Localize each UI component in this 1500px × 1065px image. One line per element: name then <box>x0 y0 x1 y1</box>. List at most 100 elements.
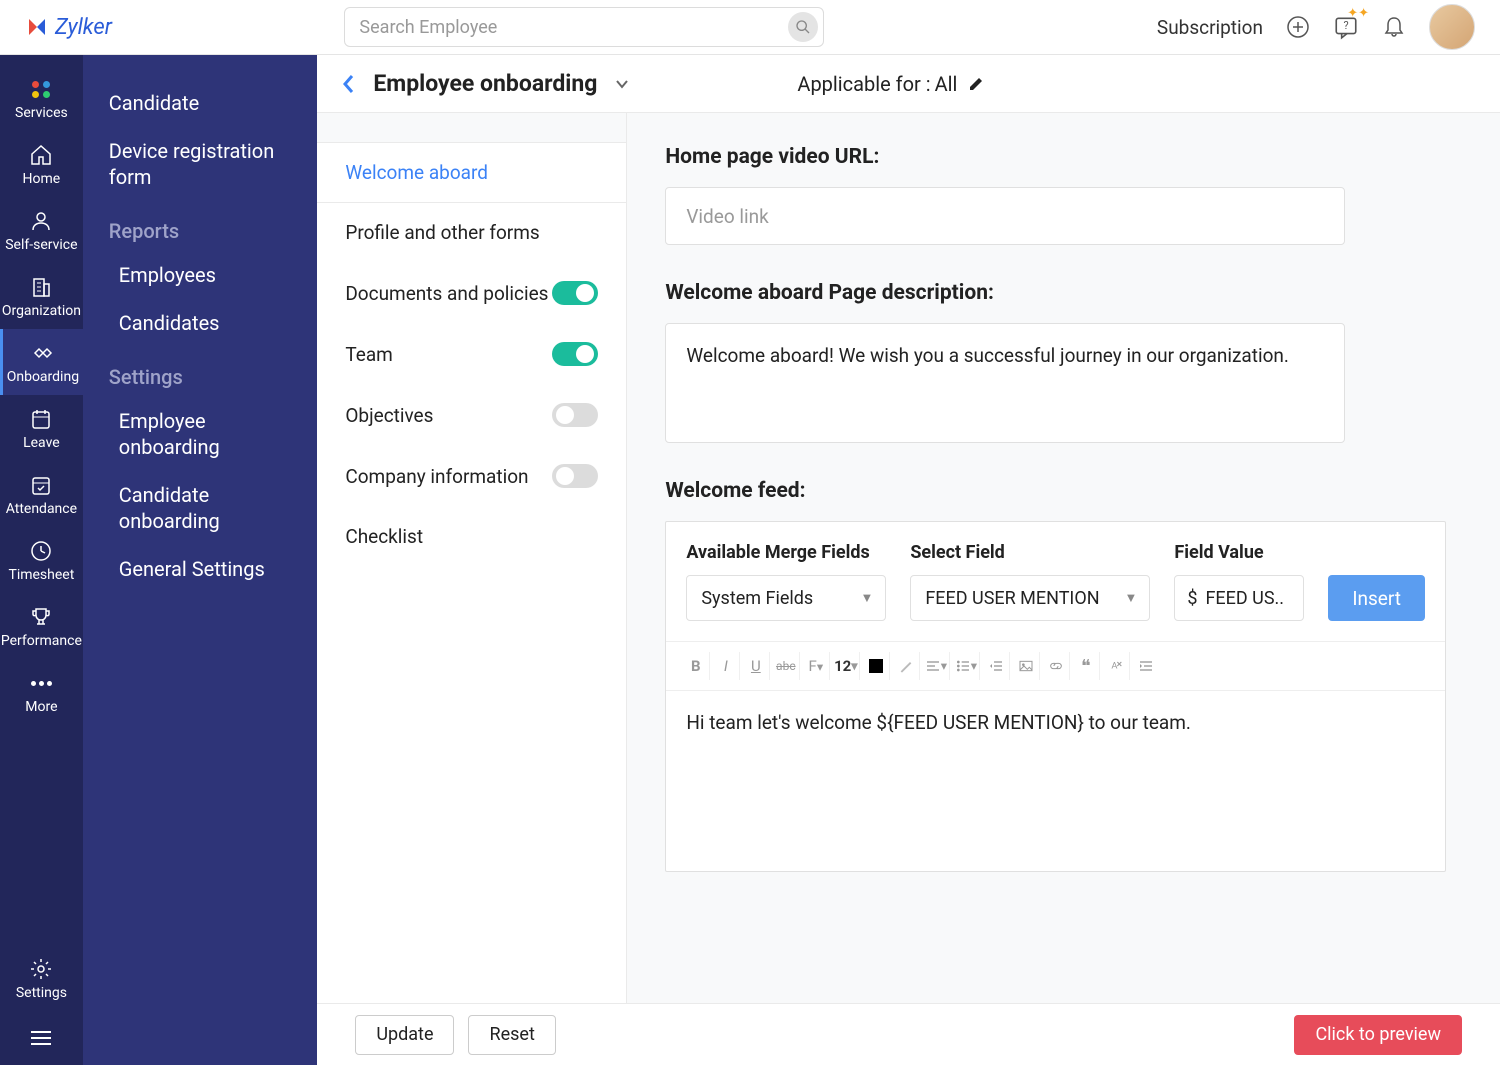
merge-fields-select[interactable]: System Fields▼ <box>686 575 886 621</box>
step-company-info[interactable]: Company information <box>317 446 626 507</box>
rte-image[interactable] <box>1012 652 1040 680</box>
applicable-prefix: Applicable for : <box>797 72 930 96</box>
rte-link[interactable] <box>1042 652 1070 680</box>
fontsize-value: 12 <box>834 657 851 675</box>
rte-strike[interactable]: abc <box>772 652 800 680</box>
rte-textcolor[interactable] <box>862 652 890 680</box>
calendar-check-icon <box>29 473 53 497</box>
sidebar: Candidate Device registration form Repor… <box>83 55 318 1065</box>
svg-text:A: A <box>1111 661 1117 672</box>
italic-icon: I <box>724 657 728 675</box>
bold-icon: B <box>691 657 701 675</box>
rail-settings[interactable]: Settings <box>0 945 83 1011</box>
step-team[interactable]: Team <box>317 324 626 385</box>
add-button[interactable] <box>1285 14 1311 40</box>
step-profile-forms[interactable]: Profile and other forms <box>317 203 626 263</box>
building-icon <box>29 275 53 299</box>
field-value-label: Field Value <box>1174 542 1304 563</box>
top-actions: Subscription ? ✦✦ <box>1157 4 1475 50</box>
toggle-team[interactable] <box>552 342 598 366</box>
back-button[interactable] <box>341 73 355 95</box>
toggle-company-info[interactable] <box>552 464 598 488</box>
rail-onboarding[interactable]: Onboarding <box>0 329 83 395</box>
rte-outdent[interactable] <box>982 652 1010 680</box>
update-button[interactable]: Update <box>355 1015 454 1055</box>
chevron-down-icon: ▼ <box>1124 590 1137 606</box>
plus-circle-icon <box>1286 15 1310 39</box>
page-desc-label: Welcome aboard Page description: <box>665 281 1446 305</box>
step-welcome-aboard[interactable]: Welcome aboard <box>317 143 626 203</box>
video-url-label: Home page video URL: <box>665 145 1446 169</box>
rail-label: Timesheet <box>8 567 74 583</box>
rail-leave[interactable]: Leave <box>0 395 83 461</box>
step-documents-policies[interactable]: Documents and policies <box>317 263 626 324</box>
rail-label: More <box>25 699 57 715</box>
step-checklist[interactable]: Checklist <box>317 507 626 567</box>
rte-clear[interactable]: A <box>1102 652 1130 680</box>
step-list: Welcome aboard Profile and other forms D… <box>317 113 627 1003</box>
sidebar-item-employee-onboarding[interactable]: Employee onboarding <box>83 397 318 471</box>
search-input[interactable] <box>344 7 824 47</box>
sidebar-heading-settings: Settings <box>83 347 318 397</box>
feed-panel: Available Merge Fields System Fields▼ Se… <box>665 521 1446 872</box>
sidebar-item-candidate-onboarding[interactable]: Candidate onboarding <box>83 471 318 545</box>
font-icon: F▾ <box>809 657 824 675</box>
sidebar-item-employees[interactable]: Employees <box>83 251 318 299</box>
sidebar-item-candidates[interactable]: Candidates <box>83 299 318 347</box>
svg-text:?: ? <box>1343 19 1348 32</box>
step-objectives[interactable]: Objectives <box>317 385 626 446</box>
brand-logo[interactable]: Zylker <box>25 15 112 40</box>
rte-toolbar: B I U abc F▾ 12▾ ▾ ▾ ❝ A <box>666 641 1445 691</box>
toggle-objectives[interactable] <box>552 403 598 427</box>
applicable-for: Applicable for :All <box>797 72 985 96</box>
content-area: Employee onboarding Applicable for :All … <box>317 55 1500 1065</box>
user-avatar[interactable] <box>1429 4 1475 50</box>
rail-organization[interactable]: Organization <box>0 263 83 329</box>
edit-applicable-button[interactable] <box>967 75 985 93</box>
rte-highlight[interactable] <box>892 652 920 680</box>
page-header: Employee onboarding Applicable for :All <box>317 55 1500 113</box>
rail-timesheet[interactable]: Timesheet <box>0 527 83 593</box>
link-icon <box>1048 658 1064 674</box>
page-desc-input[interactable]: Welcome aboard! We wish you a successful… <box>665 323 1345 443</box>
insert-button[interactable]: Insert <box>1328 575 1425 621</box>
welcome-feed-label: Welcome feed: <box>665 479 1446 503</box>
hamburger-icon <box>29 1029 53 1047</box>
color-swatch-icon <box>869 659 883 673</box>
select-field-select[interactable]: FEED USER MENTION▼ <box>910 575 1150 621</box>
collapse-rail-button[interactable] <box>0 1011 83 1065</box>
rte-fontsize[interactable]: 12▾ <box>832 652 860 680</box>
rail-label: Leave <box>23 435 60 451</box>
search-icon <box>795 19 811 35</box>
rte-underline[interactable]: U <box>742 652 770 680</box>
rte-indent[interactable] <box>1132 652 1160 680</box>
preview-button[interactable]: Click to preview <box>1294 1015 1462 1055</box>
rte-quote[interactable]: ❝ <box>1072 652 1100 680</box>
sidebar-item-candidate[interactable]: Candidate <box>83 79 318 127</box>
reset-button[interactable]: Reset <box>468 1015 555 1055</box>
notifications-button[interactable] <box>1381 14 1407 40</box>
main-form: Home page video URL: Welcome aboard Page… <box>627 113 1500 1003</box>
footer: Update Reset Click to preview <box>317 1003 1500 1065</box>
rail-attendance[interactable]: Attendance <box>0 461 83 527</box>
rail-performance[interactable]: Performance <box>0 593 83 659</box>
title-dropdown[interactable] <box>615 79 629 89</box>
toggle-documents[interactable] <box>552 281 598 305</box>
sidebar-item-general-settings[interactable]: General Settings <box>83 545 318 593</box>
rail-selfservice[interactable]: Self-service <box>0 197 83 263</box>
rte-italic[interactable]: I <box>712 652 740 680</box>
help-button[interactable]: ? ✦✦ <box>1333 14 1359 40</box>
rte-bold[interactable]: B <box>682 652 710 680</box>
rte-align[interactable]: ▾ <box>922 652 950 680</box>
sidebar-item-device-registration[interactable]: Device registration form <box>83 127 318 201</box>
rte-list[interactable]: ▾ <box>952 652 980 680</box>
rail-more[interactable]: More <box>0 659 83 725</box>
rail-services[interactable]: Services <box>0 65 83 131</box>
merge-fields-label: Available Merge Fields <box>686 542 886 563</box>
rail-home[interactable]: Home <box>0 131 83 197</box>
video-url-input[interactable] <box>665 187 1345 245</box>
rte-font[interactable]: F▾ <box>802 652 830 680</box>
subscription-link[interactable]: Subscription <box>1157 16 1263 39</box>
rte-editor[interactable]: Hi team let's welcome ${FEED USER MENTIO… <box>666 691 1445 871</box>
step-label: Checklist <box>345 525 423 548</box>
